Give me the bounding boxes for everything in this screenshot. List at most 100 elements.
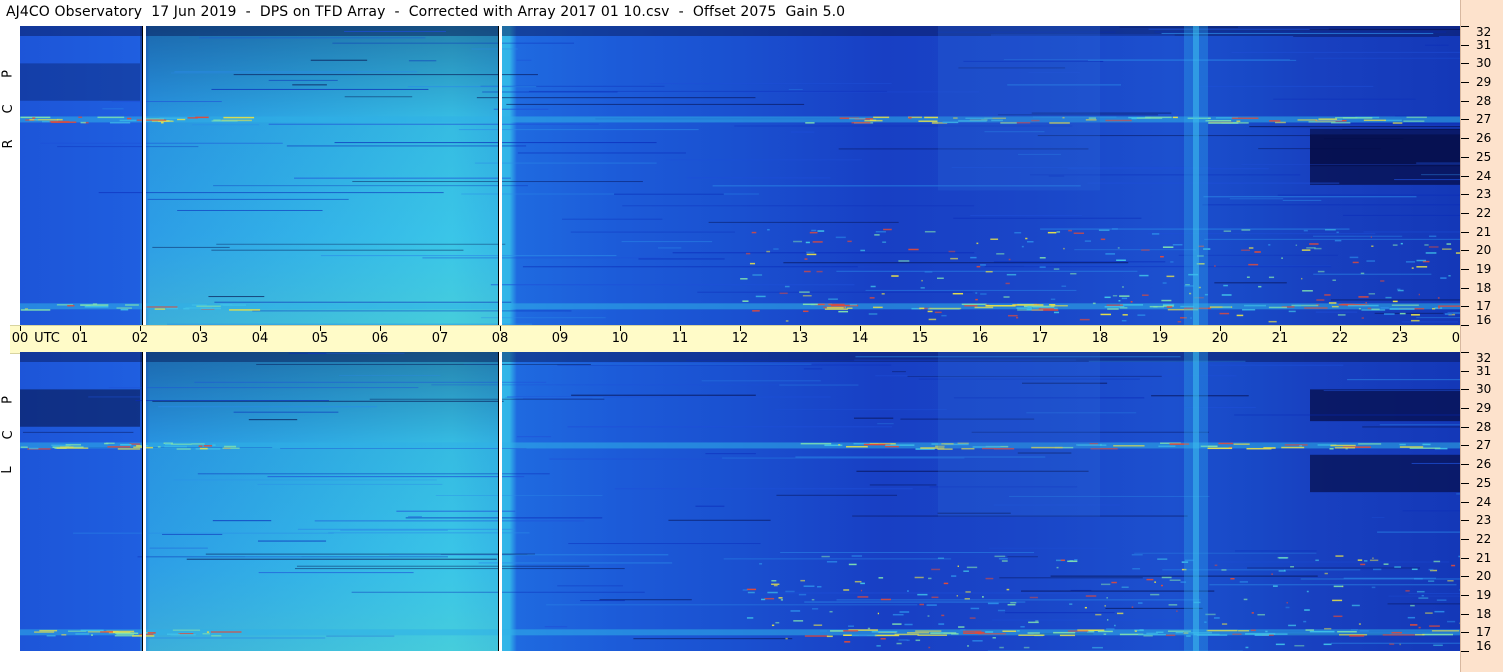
marker-line (499, 352, 502, 651)
spectral-line (57, 146, 199, 148)
spectral-line (73, 532, 334, 534)
spectral-line (507, 396, 831, 398)
noise-speckle (928, 318, 937, 321)
noise-speckle (976, 265, 981, 268)
band-interference (951, 633, 959, 635)
noise-speckle (1317, 270, 1325, 273)
utc-tick-mark (200, 326, 201, 331)
band-interference (842, 630, 859, 632)
frequency-tick-label: 23 (1476, 187, 1492, 202)
band-interference (1391, 304, 1419, 306)
frequency-tick-label: 19 (1476, 261, 1492, 276)
noise-speckle (1023, 646, 1030, 649)
noise-speckle (924, 230, 936, 233)
noise-speckle (1324, 627, 1332, 630)
spectral-line (482, 91, 618, 93)
rcp-spectrogram (20, 26, 1460, 325)
band-interference (1231, 117, 1259, 120)
noise-speckle (1268, 320, 1277, 323)
spectral-line (1293, 35, 1439, 37)
band-interference (1389, 308, 1415, 310)
noise-speckle (804, 258, 808, 260)
night-dark-region (1310, 454, 1460, 493)
noise-speckle (1006, 273, 1017, 276)
noise-speckle (1372, 557, 1374, 559)
spectral-line (695, 505, 725, 507)
band-interference (1245, 633, 1276, 635)
band-interference (1002, 630, 1017, 632)
band-interference (1242, 309, 1256, 311)
spectral-line (516, 59, 532, 61)
noise-speckle (1413, 577, 1423, 580)
spectral-line (396, 510, 516, 512)
frequency-tick-mark (1461, 175, 1469, 177)
noise-speckle (1442, 248, 1452, 250)
noise-speckle (1371, 586, 1376, 589)
frequency-tick-mark (1461, 632, 1469, 634)
band-interference (84, 305, 109, 308)
noise-speckle (1232, 633, 1242, 635)
frequency-tick-label: 17 (1476, 625, 1492, 640)
utc-tick-label: 14 (851, 331, 869, 346)
noise-speckle (806, 253, 817, 256)
band-interference (1384, 119, 1402, 122)
noise-speckle (828, 298, 838, 300)
noise-speckle (764, 597, 775, 600)
spectral-line (1087, 182, 1340, 184)
band-interference (1406, 116, 1427, 119)
noise-speckle (742, 300, 749, 302)
spectral-line (621, 241, 713, 243)
noise-speckle (1116, 259, 1126, 262)
noise-speckle (1359, 630, 1369, 632)
spectral-line (1371, 517, 1385, 519)
noise-speckle (1067, 560, 1078, 563)
spectral-line (257, 483, 443, 485)
frequency-tick-mark (1461, 138, 1469, 140)
spectral-line (580, 600, 625, 602)
noise-speckle (941, 614, 945, 617)
polarization-letter: R (1, 139, 17, 149)
noise-speckle (1106, 597, 1108, 599)
noise-speckle (1302, 290, 1313, 292)
frequency-tick-mark (1461, 325, 1469, 326)
frequency-tick-mark (1461, 119, 1469, 121)
noise-speckle (851, 555, 863, 557)
noise-speckle (1399, 643, 1401, 646)
noise-speckle (998, 557, 1008, 560)
noise-speckle (1219, 312, 1230, 315)
noise-speckle (1248, 247, 1254, 249)
utc-tick-label: 16 (971, 331, 989, 346)
noise-speckle (803, 270, 811, 273)
night-dark-region (1310, 128, 1460, 167)
noise-speckle (931, 596, 939, 599)
spectral-line (22, 431, 134, 433)
noise-speckle (1095, 613, 1102, 616)
noise-speckle (907, 590, 909, 592)
noise-speckle (917, 593, 928, 596)
noise-speckle (956, 595, 958, 597)
noise-speckle (999, 646, 1004, 649)
utc-tick-label: 15 (911, 331, 929, 346)
utc-tick-label: 02 (131, 331, 149, 346)
spectral-line (1282, 199, 1322, 201)
spectral-line (149, 547, 208, 549)
utc-tick-label: 06 (371, 331, 389, 346)
noise-speckle (938, 623, 945, 625)
noise-speckle (951, 575, 957, 577)
noise-speckle (1121, 297, 1128, 300)
noise-speckle (1360, 563, 1366, 566)
noise-speckle (1131, 554, 1143, 556)
band-interference (1105, 119, 1132, 122)
noise-speckle (742, 589, 748, 591)
band-interference (65, 444, 82, 446)
noise-speckle (1079, 318, 1090, 321)
band-interference (1358, 443, 1382, 445)
spectral-line (252, 310, 572, 312)
band-interference (851, 121, 871, 124)
spectral-line (1411, 462, 1460, 464)
band-interference (917, 634, 948, 636)
frequency-tick-label: 18 (1476, 280, 1492, 295)
frequency-tick-label: 30 (1476, 382, 1492, 397)
spectral-line (296, 565, 590, 567)
band-interference (229, 309, 261, 311)
